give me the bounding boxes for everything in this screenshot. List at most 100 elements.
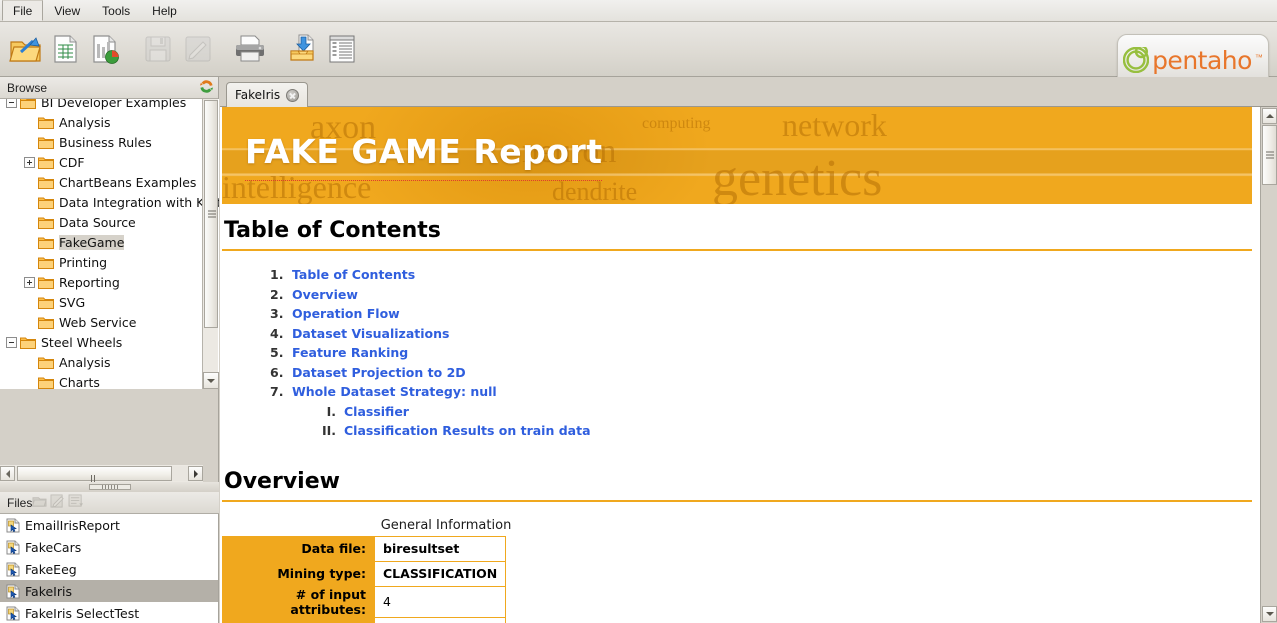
tree-item-label: ChartBeans Examples [59,174,197,190]
save-as-icon[interactable] [178,27,218,71]
tree-item-label: FakeGame [59,234,125,250]
report-scroll-down-button[interactable] [1262,606,1277,622]
toolbar-separator [126,27,138,71]
tree-collapse-toggle[interactable] [6,336,17,348]
menu-file[interactable]: File [2,0,44,21]
tree-scroll-down-button[interactable] [203,372,219,389]
table-cell-value: 4 [373,585,507,618]
file-icon [6,606,20,620]
open-folder-icon[interactable] [32,494,48,511]
tree-item-data-source[interactable]: Data Source [0,212,203,232]
file-item-fakecars[interactable]: FakeCars [0,536,218,558]
properties-icon[interactable] [68,494,85,511]
new-chart-report-icon[interactable] [86,27,126,71]
table-row: Mining type: CLASSIFICATION [222,560,507,587]
close-icon[interactable] [286,88,300,102]
report-wizard-icon[interactable] [322,27,362,71]
toc-item-link[interactable]: Feature Ranking [292,343,408,363]
tree-horizontal-scrollbar[interactable] [0,465,203,501]
tree-item-steel-wheels[interactable]: Steel Wheels [0,332,203,352]
toc-item-link[interactable]: Classification Results on train data [344,421,591,441]
tree-scroll-left-button[interactable] [0,466,15,481]
tree-item-fakegame[interactable]: FakeGame [0,232,203,252]
tree-vertical-scrollbar[interactable] [202,99,219,389]
tree-vscroll-thumb[interactable] [204,100,218,328]
open-file-icon[interactable] [6,27,46,71]
folder-icon [20,337,36,349]
left-panel: Browse BI Developer Examples Analysis Busi… [0,77,219,623]
tree-item-bi-developer-examples[interactable]: BI Developer Examples [0,99,203,112]
report-scroll-up-button[interactable] [1262,108,1277,124]
tree-expand-toggle[interactable] [24,156,35,168]
tree-item-label: SVG [59,294,86,310]
folder-icon [38,377,54,389]
toc-item-link[interactable]: Operation Flow [292,304,400,324]
publish-icon[interactable] [282,27,322,71]
tree-item-data-integration-with-kettl[interactable]: Data Integration with Kettl [0,192,219,212]
tree-scroll-right-button[interactable] [188,466,203,481]
folder-icon [38,317,54,329]
tree-item-charts[interactable]: Charts [0,372,203,389]
tree-item-cdf[interactable]: CDF [0,152,203,172]
tree-item-analysis[interactable]: Analysis [0,112,203,132]
report-vscroll-thumb[interactable] [1262,125,1277,185]
menu-help[interactable]: Help [141,0,188,21]
tree-item-label: Printing [59,254,108,270]
file-item-fakeeeg[interactable]: FakeEeg [0,558,218,580]
tree-item-svg[interactable]: SVG [0,292,203,312]
folder-icon [38,177,54,189]
toc-item-link[interactable]: Dataset Projection to 2D [292,363,466,383]
pentaho-wordmark: pentaho [1152,45,1252,75]
toc-item-link[interactable]: Overview [292,285,358,305]
file-item-emailirisreport[interactable]: EmailIrisReport [0,514,218,536]
application-window: File View Tools Help pentaho ™ Browse BI… [0,0,1277,623]
toc-item: II. Classification Results on train data [270,421,1252,441]
refresh-icon[interactable] [199,79,214,97]
tree-item-label: Business Rules [59,134,152,150]
file-item-fakeiris[interactable]: FakeIris [0,580,218,602]
toc-item: I. Classifier [270,402,1252,422]
menu-tools[interactable]: Tools [91,0,141,21]
tree-item-chartbeans-examples[interactable]: ChartBeans Examples [0,172,203,192]
report-banner: axon computing network neuron genetics intell… [222,107,1252,204]
save-icon[interactable] [138,27,178,71]
tree-hscroll-thumb[interactable] [17,466,172,501]
tree-expand-toggle[interactable] [24,276,35,288]
tree-item-label: Web Service [59,314,137,330]
tree-collapse-toggle[interactable] [6,99,17,108]
repository-tree[interactable]: BI Developer Examples Analysis Business Ru… [0,99,219,389]
file-item-fakeiris-selecttest[interactable]: FakeIris SelectTest [0,602,218,623]
toc-item-link[interactable]: Whole Dataset Strategy: null [292,382,497,402]
general-information-caption: General Information [380,517,512,533]
tree-item-printing[interactable]: Printing [0,252,203,272]
print-icon[interactable] [230,27,270,71]
tree-item-reporting[interactable]: Reporting [0,272,203,292]
menu-view[interactable]: View [43,0,91,21]
tree-item-business-rules[interactable]: Business Rules [0,132,203,152]
report-vertical-scrollbar[interactable] [1260,107,1277,623]
tab-label: FakeIris [235,88,281,102]
toc-item-number: 1. [270,267,284,282]
panel-splitter[interactable] [0,482,219,492]
new-report-icon[interactable] [46,27,86,71]
toc-item-link[interactable]: Classifier [344,402,409,422]
toc-item-link[interactable]: Dataset Visualizations [292,324,449,344]
toc-item: 2. Overview [270,285,1252,305]
tree-item-analysis[interactable]: Analysis [0,352,203,372]
files-list[interactable]: EmailIrisReport FakeCars FakeEeg FakeIris Fa… [0,514,218,623]
file-icon [6,562,20,576]
toc-item: 4. Dataset Visualizations [270,324,1252,344]
file-item-label: FakeCars [25,539,82,555]
edit-icon[interactable] [50,494,65,511]
tab-fakeiris[interactable]: FakeIris [226,82,309,107]
tree-item-web-service[interactable]: Web Service [0,312,203,332]
toc-item-link[interactable]: Table of Contents [292,265,415,285]
